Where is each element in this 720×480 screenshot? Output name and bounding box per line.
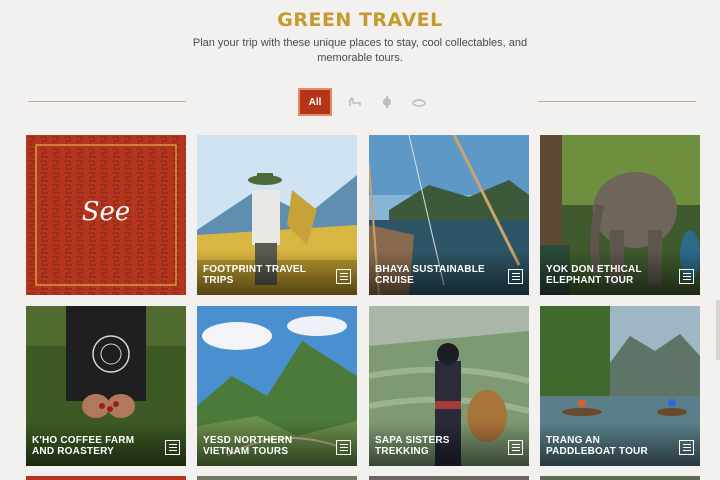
- scrollbar[interactable]: [716, 300, 720, 360]
- next-row-card[interactable]: [369, 476, 529, 480]
- document-icon[interactable]: [679, 440, 694, 455]
- page-title: GREEN TRAVEL: [277, 9, 443, 31]
- filter-all-button[interactable]: All: [298, 88, 332, 116]
- next-row-card[interactable]: [540, 476, 700, 480]
- card-bhaya-cruise[interactable]: Bhaya Sustainable Cruise: [369, 135, 529, 295]
- document-icon[interactable]: [165, 440, 180, 455]
- document-icon[interactable]: [508, 440, 523, 455]
- card-label: YESD Northern Vietnam Tours: [203, 435, 293, 457]
- card-label: Footprint Travel Trips: [203, 264, 306, 286]
- card-label: K'Ho Coffee Farm and Roastery: [32, 435, 135, 457]
- document-icon[interactable]: [508, 269, 523, 284]
- card-sapa-sisters[interactable]: Sapa Sisters Trekking: [369, 306, 529, 466]
- see-label: See: [81, 197, 131, 227]
- tour-icon[interactable]: [410, 93, 428, 111]
- page-subtitle: Plan your trip with these unique places …: [192, 37, 528, 64]
- document-icon[interactable]: [679, 269, 694, 284]
- next-row-card[interactable]: [197, 476, 357, 480]
- card-yok-don-elephant[interactable]: Yok Don Ethical Elephant Tour: [540, 135, 700, 295]
- divider-left: [28, 101, 186, 102]
- document-icon[interactable]: [336, 269, 351, 284]
- filter-bar: All: [298, 88, 428, 116]
- card-label: Trang An Paddleboat Tour: [546, 435, 648, 457]
- card-trang-an-paddleboat[interactable]: Trang An Paddleboat Tour: [540, 306, 700, 466]
- divider-right: [538, 101, 696, 102]
- stay-icon[interactable]: [346, 93, 364, 111]
- collectable-icon[interactable]: [378, 93, 396, 111]
- card-label: Bhaya Sustainable Cruise: [375, 264, 485, 286]
- card-footprint-travel[interactable]: Footprint Travel Trips: [197, 135, 357, 295]
- next-row-card[interactable]: [26, 476, 186, 480]
- card-kho-coffee[interactable]: K'Ho Coffee Farm and Roastery: [26, 306, 186, 466]
- see-category-card[interactable]: See: [26, 135, 186, 295]
- card-label: Sapa Sisters Trekking: [375, 435, 450, 457]
- document-icon[interactable]: [336, 440, 351, 455]
- card-yesd-northern-vietnam[interactable]: YESD Northern Vietnam Tours: [197, 306, 357, 466]
- card-label: Yok Don Ethical Elephant Tour: [546, 264, 642, 286]
